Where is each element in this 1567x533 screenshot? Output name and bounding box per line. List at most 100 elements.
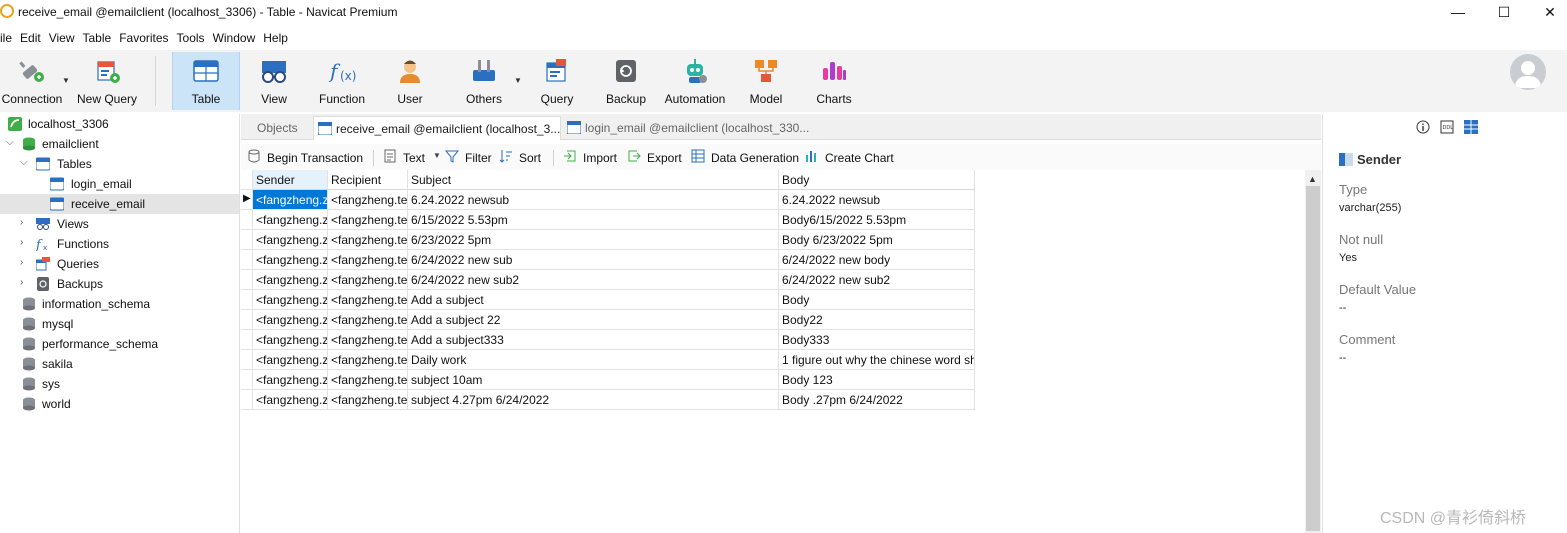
import-button[interactable]: Import: [563, 149, 623, 167]
cell-body[interactable]: Body333: [779, 330, 975, 350]
model-button[interactable]: Model: [738, 52, 794, 110]
cell-body[interactable]: Body 6/23/2022 5pm: [779, 230, 975, 250]
cell-sender[interactable]: <fangzheng.z: [253, 370, 328, 390]
row-selector[interactable]: [241, 250, 253, 270]
account-avatar[interactable]: [1510, 54, 1546, 90]
cell-recipient[interactable]: <fangzheng.te: [328, 270, 408, 290]
cell-sender[interactable]: <fangzheng.z: [253, 310, 328, 330]
column-header-body[interactable]: Body: [779, 170, 975, 190]
cell-subject[interactable]: subject 10am: [408, 370, 779, 390]
cell-subject[interactable]: 6/24/2022 new sub2: [408, 270, 779, 290]
user-button[interactable]: User: [380, 52, 440, 110]
cell-subject[interactable]: Add a subject: [408, 290, 779, 310]
info-icon[interactable]: [1416, 120, 1430, 134]
chevron-down-icon[interactable]: ⌵: [20, 157, 28, 168]
cell-body[interactable]: Body22: [779, 310, 975, 330]
tree-views-folder[interactable]: › Views: [0, 214, 239, 234]
maximize-button[interactable]: ☐: [1481, 0, 1527, 24]
cell-sender[interactable]: <fangzheng.z: [253, 270, 328, 290]
minimize-button[interactable]: —: [1435, 0, 1481, 24]
cell-sender[interactable]: <fangzheng.z: [253, 330, 328, 350]
cell-subject[interactable]: Add a subject333: [408, 330, 779, 350]
table-row[interactable]: <fangzheng.z <fangzheng.te 6/23/2022 5pm Bo…: [241, 230, 975, 250]
column-header-recipient[interactable]: Recipient: [328, 170, 408, 190]
menu-file[interactable]: ile: [0, 28, 16, 48]
row-selector[interactable]: [241, 370, 253, 390]
filter-button[interactable]: Filter: [445, 149, 495, 167]
begin-transaction-button[interactable]: Begin Transaction: [247, 149, 365, 167]
cell-sender[interactable]: <fangzheng.z: [253, 250, 328, 270]
tree-functions-folder[interactable]: › f x Functions: [0, 234, 239, 254]
menu-table[interactable]: Table: [79, 28, 116, 48]
cell-body[interactable]: Body .27pm 6/24/2022: [779, 390, 975, 410]
view-button[interactable]: View: [244, 52, 304, 110]
cell-body[interactable]: 6/24/2022 new sub2: [779, 270, 975, 290]
table-row[interactable]: <fangzheng.z <fangzheng.te subject 10am Bod…: [241, 370, 975, 390]
cell-body[interactable]: 1 figure out why the chinese word sh: [779, 350, 975, 370]
cell-sender[interactable]: <fangzheng.z: [253, 290, 328, 310]
cell-recipient[interactable]: <fangzheng.te: [328, 370, 408, 390]
tree-tables-folder[interactable]: ⌵ Tables: [0, 154, 239, 174]
row-selector[interactable]: ▶: [241, 190, 253, 210]
cell-recipient[interactable]: <fangzheng.te: [328, 330, 408, 350]
cell-body[interactable]: 6.24.2022 newsub: [779, 190, 975, 210]
row-selector[interactable]: [241, 290, 253, 310]
tab-login-email[interactable]: login_email @emailclient (localhost_330.…: [563, 116, 813, 140]
column-header-sender[interactable]: Sender: [253, 170, 328, 190]
row-selector[interactable]: [241, 330, 253, 350]
tab-receive-email[interactable]: receive_email @emailclient (localhost_3.…: [313, 116, 561, 140]
chevron-right-icon[interactable]: ›: [20, 237, 23, 248]
menu-help[interactable]: Help: [259, 28, 292, 48]
cell-body[interactable]: 6/24/2022 new body: [779, 250, 975, 270]
cell-recipient[interactable]: <fangzheng.te: [328, 250, 408, 270]
row-selector[interactable]: [241, 310, 253, 330]
tree-database-world[interactable]: world: [0, 394, 239, 414]
cell-sender[interactable]: <fangzheng.z: [253, 350, 328, 370]
chevron-right-icon[interactable]: ›: [20, 257, 23, 268]
table-row[interactable]: <fangzheng.z <fangzheng.te subject 4.27pm …: [241, 390, 975, 410]
tree-backups-folder[interactable]: › Backups: [0, 274, 239, 294]
ddl-icon[interactable]: DDL: [1440, 120, 1454, 134]
menu-edit[interactable]: Edit: [16, 28, 45, 48]
row-selector[interactable]: [241, 350, 253, 370]
tree-table-login-email[interactable]: login_email: [0, 174, 239, 194]
row-selector[interactable]: [241, 210, 253, 230]
cell-recipient[interactable]: <fangzheng.te: [328, 390, 408, 410]
tree-database-performance-schema[interactable]: performance_schema: [0, 334, 239, 354]
table-button[interactable]: Table: [172, 52, 240, 110]
menu-window[interactable]: Window: [209, 28, 260, 48]
new-query-button[interactable]: New Query: [72, 52, 142, 110]
tree-database-sakila[interactable]: sakila: [0, 354, 239, 374]
cell-body[interactable]: Body: [779, 290, 975, 310]
tree-table-receive-email[interactable]: receive_email: [0, 194, 239, 214]
data-generation-button[interactable]: Data Generation: [691, 149, 803, 167]
tree-database-sys[interactable]: sys: [0, 374, 239, 394]
connection-button[interactable]: Connection: [0, 52, 64, 110]
cell-subject[interactable]: 6/23/2022 5pm: [408, 230, 779, 250]
table-row[interactable]: <fangzheng.z <fangzheng.te 6/24/2022 new s…: [241, 250, 975, 270]
cell-subject[interactable]: Add a subject 22: [408, 310, 779, 330]
table-row[interactable]: <fangzheng.z <fangzheng.te Add a subject33…: [241, 330, 975, 350]
tab-objects[interactable]: Objects: [247, 116, 313, 140]
charts-button[interactable]: Charts: [806, 52, 862, 110]
tree-database-information-schema[interactable]: information_schema: [0, 294, 239, 314]
backup-button[interactable]: Backup: [596, 52, 656, 110]
scrollbar-thumb[interactable]: [1306, 186, 1320, 531]
table-row[interactable]: <fangzheng.z <fangzheng.te 6/15/2022 5.53p…: [241, 210, 975, 230]
vertical-scrollbar[interactable]: ▲: [1305, 170, 1321, 533]
cell-recipient[interactable]: <fangzheng.te: [328, 290, 408, 310]
connection-dropdown-icon[interactable]: ▼: [62, 76, 70, 85]
table-row[interactable]: <fangzheng.z <fangzheng.te Daily work 1 fig…: [241, 350, 975, 370]
cell-sender[interactable]: <fangzheng.z: [253, 190, 328, 210]
cell-subject[interactable]: Daily work: [408, 350, 779, 370]
tree-queries-folder[interactable]: › Queries: [0, 254, 239, 274]
cell-body[interactable]: Body 123: [779, 370, 975, 390]
cell-subject[interactable]: 6/15/2022 5.53pm: [408, 210, 779, 230]
table-row[interactable]: <fangzheng.z <fangzheng.te 6/24/2022 new s…: [241, 270, 975, 290]
row-selector[interactable]: [241, 270, 253, 290]
cell-subject[interactable]: 6/24/2022 new sub: [408, 250, 779, 270]
table-row[interactable]: <fangzheng.z <fangzheng.te Add a subject Bo…: [241, 290, 975, 310]
export-button[interactable]: Export: [627, 149, 687, 167]
column-header-subject[interactable]: Subject: [408, 170, 779, 190]
menu-tools[interactable]: Tools: [173, 28, 209, 48]
